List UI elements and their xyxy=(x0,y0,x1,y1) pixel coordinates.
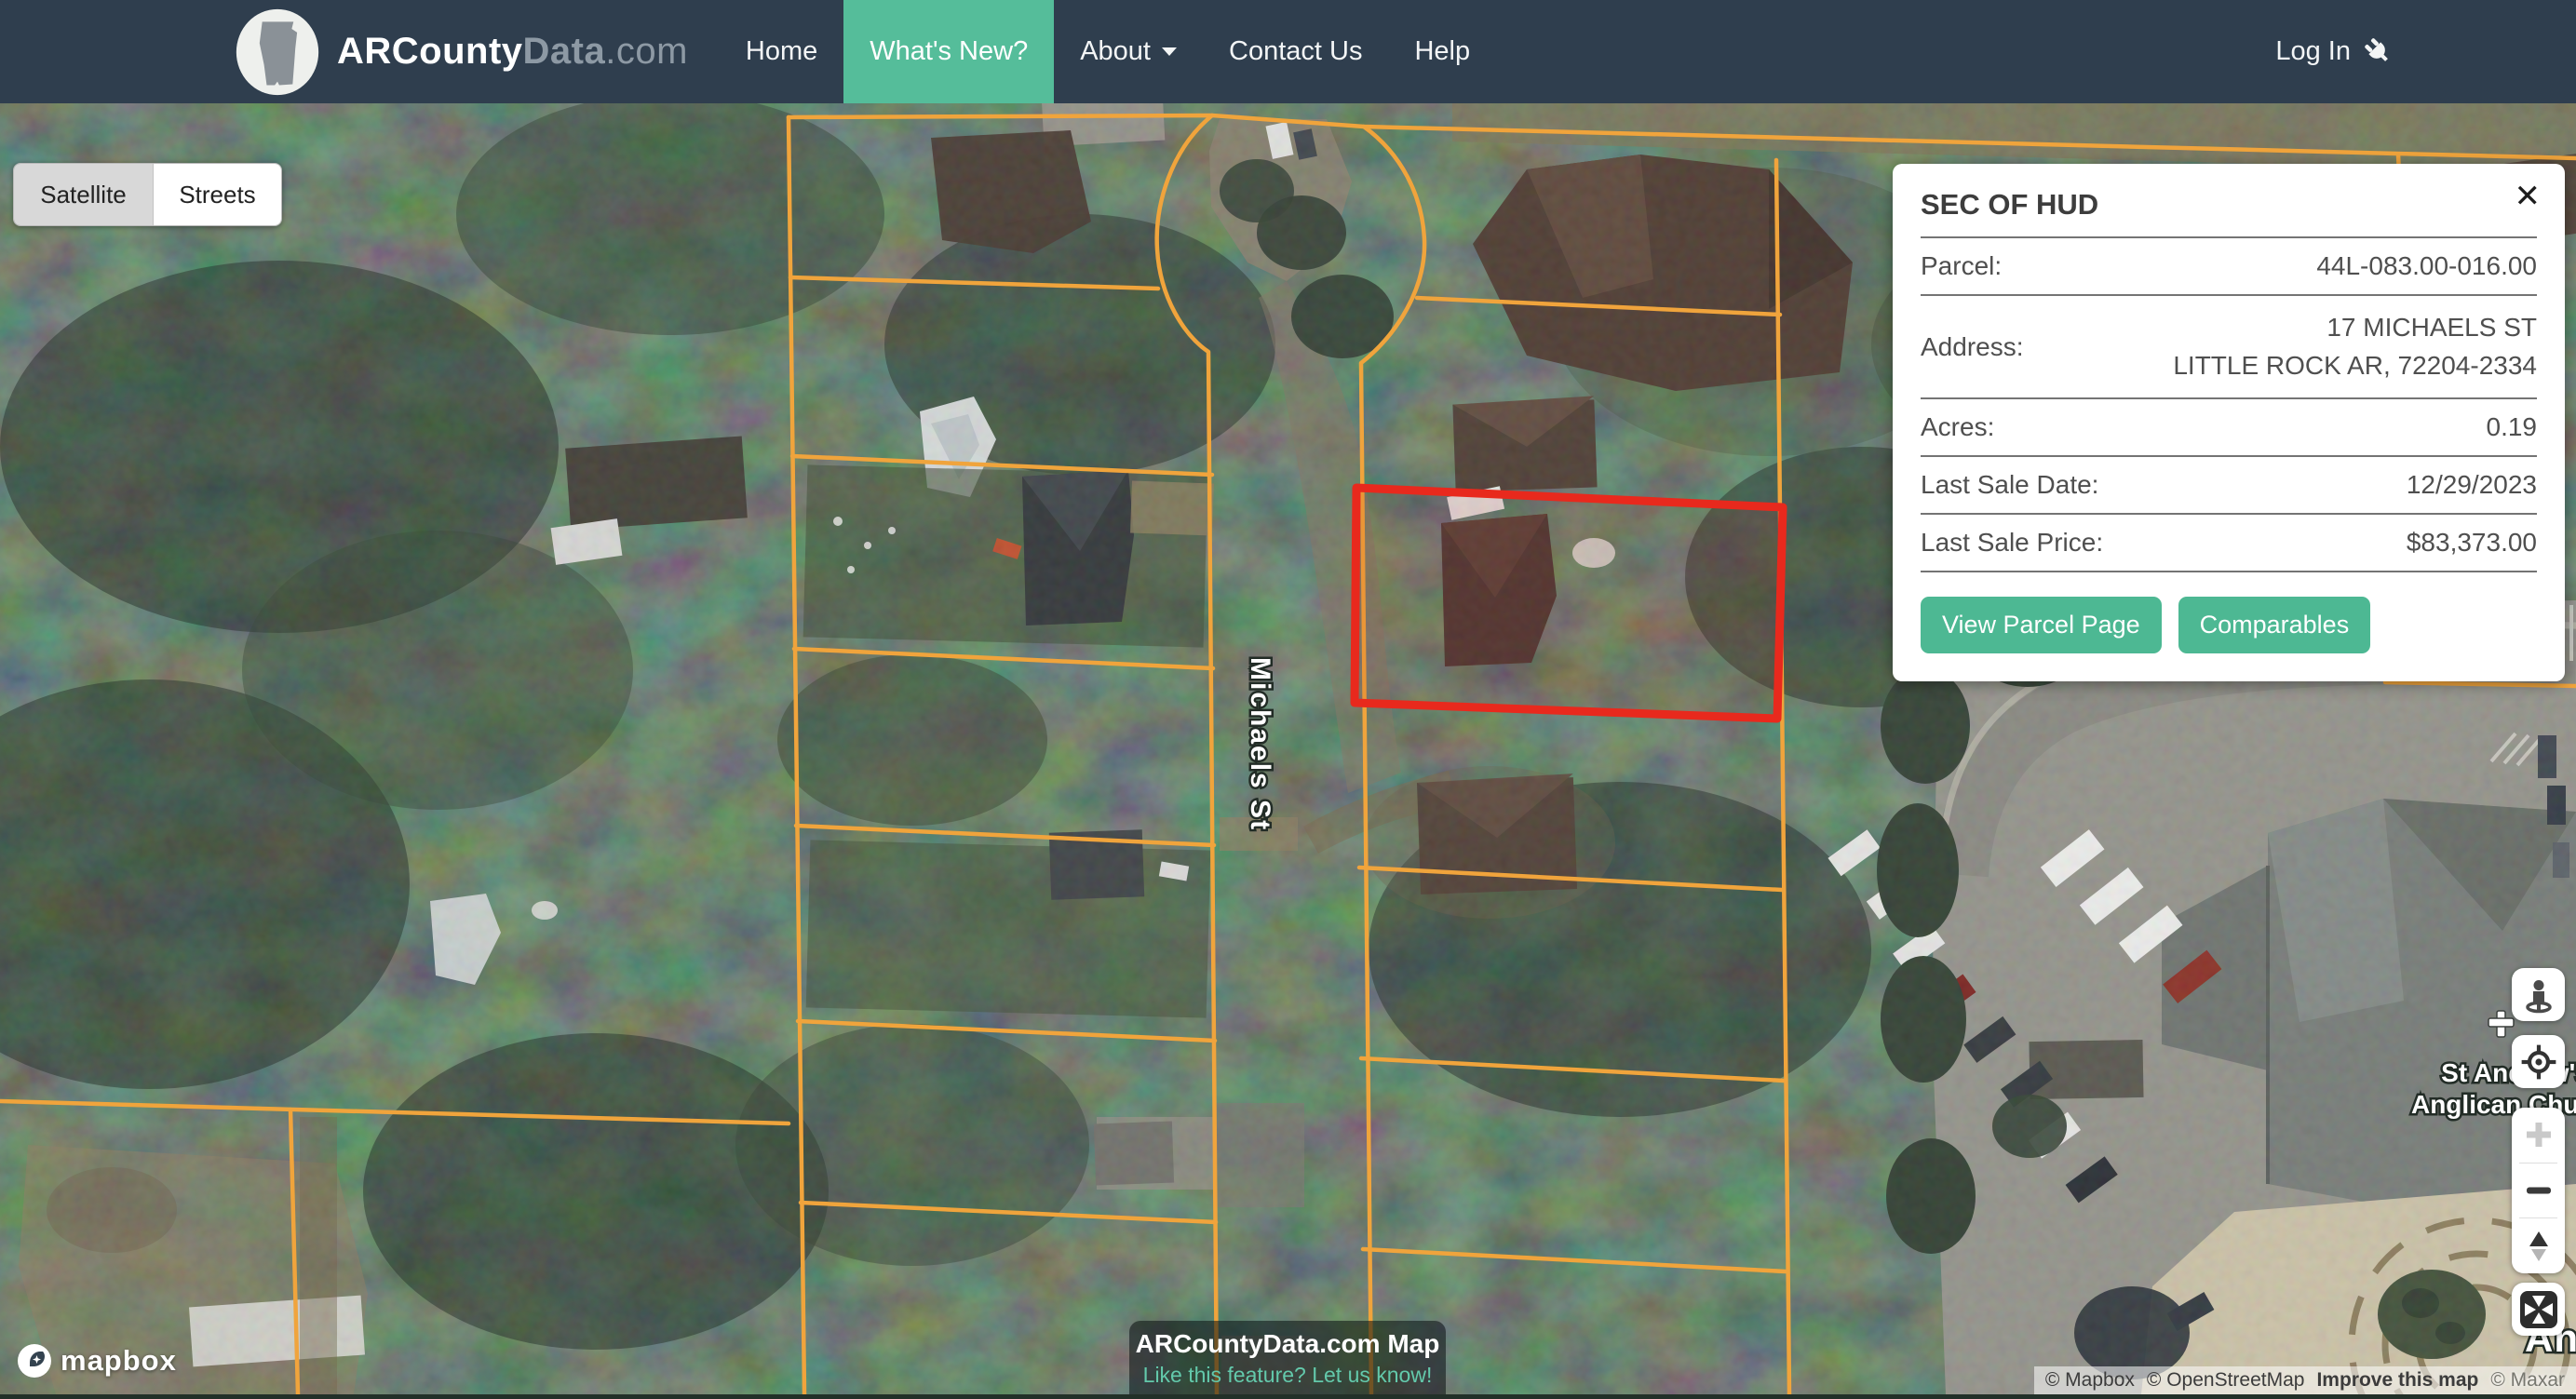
selected-parcel-outline[interactable] xyxy=(1355,488,1783,719)
nav-items: Home What's New? About Contact Us Help xyxy=(720,0,1496,103)
nav-item-home[interactable]: Home xyxy=(720,0,843,103)
satellite-toggle-button[interactable]: Satellite xyxy=(14,164,153,225)
row-value: $83,373.00 xyxy=(2407,528,2537,558)
nav-item-help[interactable]: Help xyxy=(1388,0,1496,103)
minus-icon xyxy=(2523,1175,2555,1206)
parcel-info-panel: ✕ SEC OF HUD Parcel: 44L-083.00-016.00 A… xyxy=(1893,164,2565,681)
attrib-maxar[interactable]: © Maxar xyxy=(2490,1369,2565,1392)
navbar: ARCountyData.com Home What's New? About … xyxy=(0,0,2576,103)
nav-item-about[interactable]: About xyxy=(1054,0,1203,103)
compass-button[interactable] xyxy=(2512,1218,2565,1273)
mapbox-icon xyxy=(17,1343,52,1379)
row-label: Address: xyxy=(1921,332,2024,362)
fullscreen-button[interactable] xyxy=(2512,1283,2565,1336)
attrib-osm[interactable]: © OpenStreetMap xyxy=(2147,1369,2305,1392)
map-footer-overlay: ARCountyData.com Map Like this feature? … xyxy=(1129,1321,1446,1394)
nav-item-whats-new[interactable]: What's New? xyxy=(843,0,1054,103)
map-title: ARCountyData.com Map xyxy=(1129,1329,1446,1359)
compass-icon xyxy=(2523,1228,2555,1265)
zoom-out-button[interactable] xyxy=(2512,1164,2565,1218)
attrib-mapbox[interactable]: © Mapbox xyxy=(2045,1369,2135,1392)
brand-link[interactable]: ARCountyData.com xyxy=(233,0,688,103)
panel-title: SEC OF HUD xyxy=(1921,177,2537,236)
comparables-button[interactable]: Comparables xyxy=(2178,597,2371,653)
mapbox-wordmark: mapbox xyxy=(61,1344,177,1378)
geolocate-icon xyxy=(2519,1043,2558,1082)
streets-toggle-button[interactable]: Streets xyxy=(153,164,281,225)
improve-map-link[interactable]: Improve this map xyxy=(2316,1369,2478,1392)
view-parcel-page-button[interactable]: View Parcel Page xyxy=(1921,597,2162,653)
chevron-down-icon xyxy=(1162,47,1177,56)
plug-icon xyxy=(2364,37,2394,67)
feedback-link[interactable]: Like this feature? Let us know! xyxy=(1129,1363,1446,1388)
fullscreen-icon xyxy=(2518,1289,2559,1330)
row-label: Last Sale Date: xyxy=(1921,470,2098,500)
row-last-sale-date: Last Sale Date: 12/29/2023 xyxy=(1921,455,2537,513)
attribution-bar: © Mapbox © OpenStreetMap Improve this ma… xyxy=(2034,1366,2576,1394)
row-value: 17 MICHAELS ST LITTLE ROCK AR, 72204-233… xyxy=(2173,309,2537,384)
login-button[interactable]: Log In xyxy=(2275,0,2394,103)
basemap-toggle: Satellite Streets xyxy=(13,163,282,226)
zoom-control xyxy=(2512,1108,2565,1273)
geolocate-button[interactable] xyxy=(2512,1035,2565,1088)
arkansas-logo-icon xyxy=(233,7,322,97)
row-address: Address: 17 MICHAELS ST LITTLE ROCK AR, … xyxy=(1921,294,2537,397)
nav-item-contact[interactable]: Contact Us xyxy=(1203,0,1388,103)
panel-buttons: View Parcel Page Comparables xyxy=(1921,597,2537,653)
mapbox-logo[interactable]: mapbox xyxy=(17,1343,177,1379)
row-value: 44L-083.00-016.00 xyxy=(2316,251,2537,281)
zoom-in-button[interactable] xyxy=(2512,1108,2565,1163)
row-value: 12/29/2023 xyxy=(2407,470,2537,500)
brand-text: ARCountyData.com xyxy=(337,31,688,73)
row-last-sale-price: Last Sale Price: $83,373.00 xyxy=(1921,513,2537,571)
row-parcel: Parcel: 44L-083.00-016.00 xyxy=(1921,236,2537,294)
plus-icon xyxy=(2523,1119,2555,1150)
street-label: Michaels St xyxy=(1245,657,1275,831)
row-label: Parcel: xyxy=(1921,251,2002,281)
panel-rows: Parcel: 44L-083.00-016.00 Address: 17 MI… xyxy=(1921,236,2537,572)
pegman-button[interactable] xyxy=(2512,968,2565,1021)
close-icon[interactable]: ✕ xyxy=(2515,181,2542,212)
row-acres: Acres: 0.19 xyxy=(1921,397,2537,455)
row-label: Acres: xyxy=(1921,412,1994,442)
row-value: 0.19 xyxy=(2487,412,2538,442)
row-label: Last Sale Price: xyxy=(1921,528,2103,558)
pegman-icon xyxy=(2520,976,2557,1014)
